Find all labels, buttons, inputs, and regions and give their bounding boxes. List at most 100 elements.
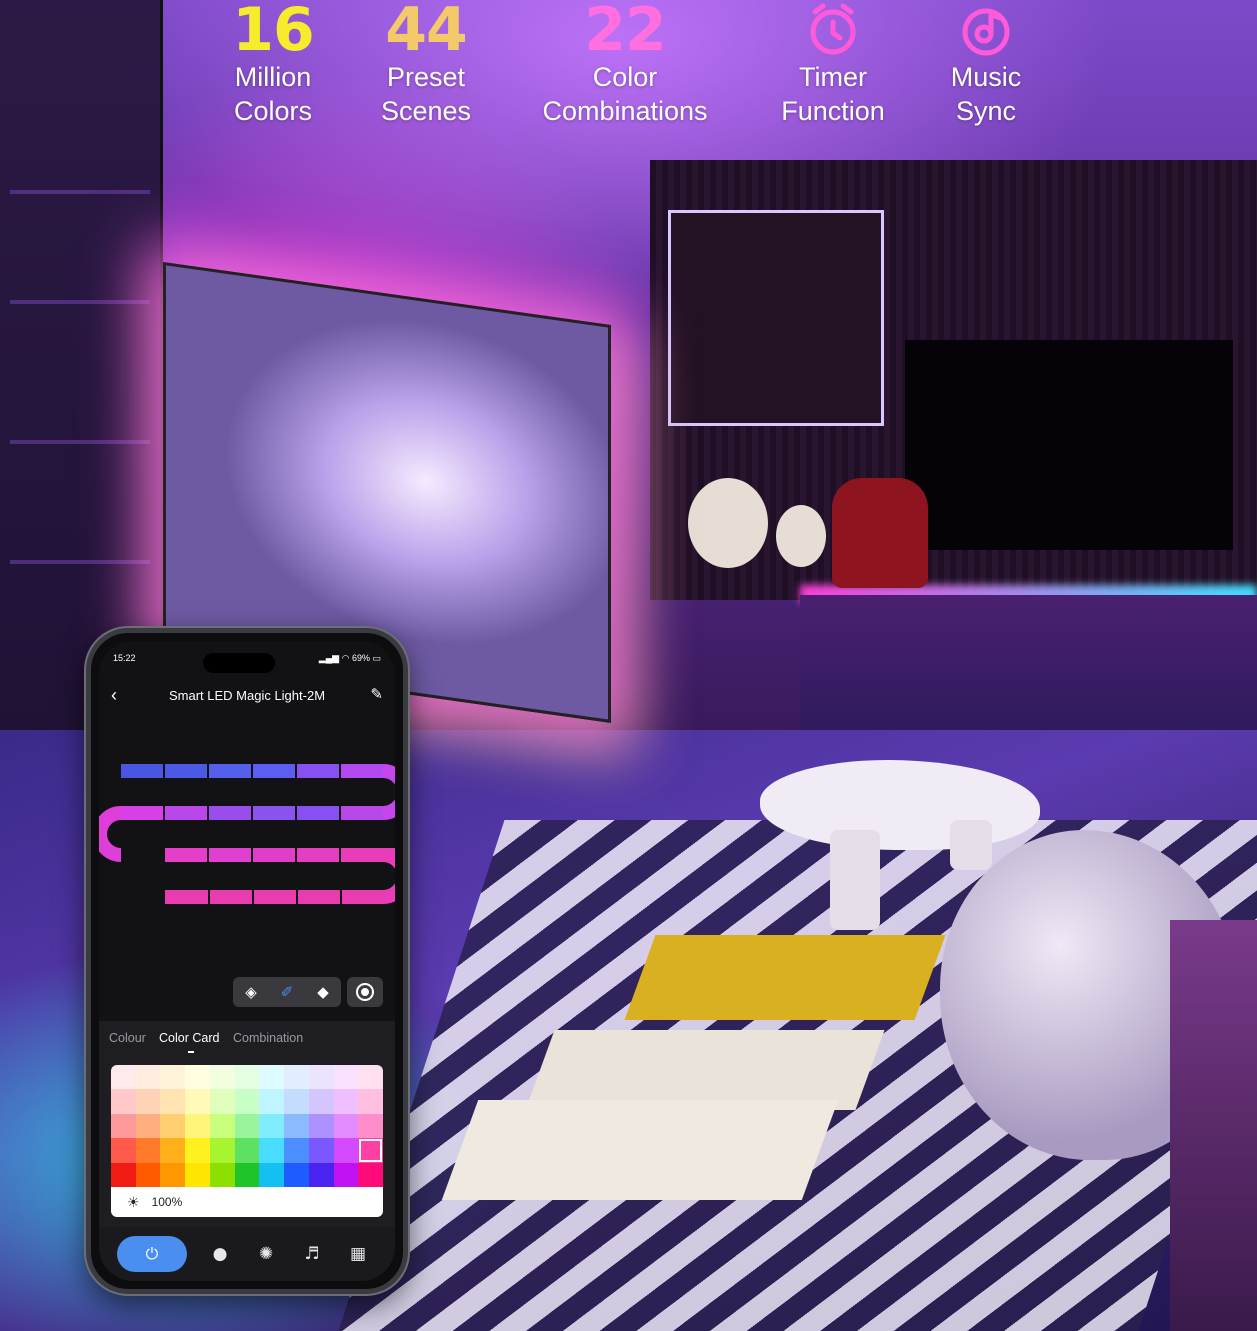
color-swatch[interactable] [259, 1089, 285, 1114]
color-swatch[interactable] [111, 1065, 136, 1090]
strip-segment[interactable] [209, 848, 251, 862]
color-swatch[interactable] [135, 1113, 161, 1139]
color-swatch[interactable] [234, 1113, 260, 1139]
color-swatch[interactable] [185, 1138, 210, 1163]
color-swatch[interactable] [358, 1113, 383, 1139]
color-swatch[interactable] [284, 1089, 309, 1114]
color-swatch[interactable] [185, 1089, 210, 1114]
color-swatch[interactable] [135, 1162, 161, 1187]
color-swatch[interactable] [358, 1089, 383, 1114]
strip-segment[interactable] [121, 764, 163, 778]
color-swatch[interactable] [135, 1138, 161, 1163]
color-swatch[interactable] [284, 1065, 309, 1090]
color-swatch[interactable] [234, 1065, 260, 1090]
color-swatch[interactable] [259, 1113, 285, 1139]
color-swatch[interactable] [185, 1162, 210, 1187]
color-swatch[interactable] [209, 1089, 235, 1114]
battery-percent: 69% [351, 653, 370, 663]
color-swatch[interactable] [160, 1065, 186, 1090]
palette-icon[interactable]: ✺ [243, 1244, 289, 1264]
color-swatch[interactable] [308, 1162, 334, 1187]
color-card-grid [111, 1065, 383, 1187]
color-swatch[interactable] [308, 1065, 334, 1090]
tab-colour[interactable]: Colour [109, 1031, 146, 1045]
color-swatch[interactable] [111, 1138, 136, 1163]
strip-segment[interactable] [253, 764, 295, 778]
color-swatch[interactable] [209, 1138, 235, 1163]
color-swatch[interactable] [111, 1089, 136, 1114]
color-swatch[interactable] [234, 1162, 260, 1187]
grid-icon[interactable]: ▦ [335, 1244, 381, 1264]
paint-bucket-icon[interactable]: ◈ [241, 983, 261, 1001]
strip-segment[interactable] [209, 806, 251, 820]
color-swatch[interactable] [333, 1089, 359, 1114]
color-swatch[interactable] [333, 1113, 359, 1139]
color-swatch[interactable] [333, 1162, 359, 1187]
feature-million-colors: 16 Million Colors [213, 0, 333, 128]
color-swatch[interactable] [160, 1113, 186, 1139]
color-swatch[interactable] [160, 1162, 186, 1187]
color-swatch[interactable] [333, 1138, 359, 1163]
strip-segment[interactable] [165, 890, 383, 904]
color-swatch[interactable] [308, 1138, 334, 1163]
color-swatch[interactable] [259, 1065, 285, 1090]
color-swatch[interactable] [284, 1162, 309, 1187]
color-swatch[interactable] [234, 1089, 260, 1114]
color-swatch[interactable] [209, 1065, 235, 1090]
color-swatch[interactable] [308, 1089, 334, 1114]
strip-segment[interactable] [165, 806, 207, 820]
color-swatch[interactable] [185, 1113, 210, 1139]
feature-label: Music [950, 62, 1022, 92]
feature-label: Combinations [542, 96, 708, 126]
tab-color-card[interactable]: Color Card [159, 1031, 219, 1045]
strip-segment[interactable] [341, 764, 383, 778]
strip-segment[interactable] [297, 806, 339, 820]
strip-segment[interactable] [121, 806, 163, 820]
strip-segment[interactable] [341, 806, 383, 820]
color-swatch[interactable] [135, 1089, 161, 1114]
color-swatch[interactable] [160, 1089, 186, 1114]
color-swatch[interactable] [160, 1138, 186, 1163]
color-swatch[interactable] [111, 1113, 136, 1139]
strip-segment[interactable] [165, 848, 207, 862]
color-swatch[interactable] [358, 1162, 383, 1187]
brightness-row[interactable]: ☀ 100% [111, 1187, 383, 1217]
color-swatch[interactable] [111, 1162, 136, 1187]
eraser-icon[interactable]: ◆ [313, 983, 333, 1001]
feature-label: Scenes [380, 96, 472, 126]
music-icon[interactable]: ♬ [289, 1244, 335, 1264]
feature-color-combinations: 22 Color Combinations [520, 0, 730, 128]
strip-segment[interactable] [253, 848, 295, 862]
color-swatch[interactable] [185, 1065, 210, 1090]
strip-segment[interactable] [297, 764, 339, 778]
strip-path[interactable] [99, 741, 395, 971]
power-button[interactable]: ⏻ [117, 1236, 187, 1272]
brush-icon[interactable]: ✐ [277, 983, 297, 1001]
strip-segment[interactable] [253, 806, 295, 820]
color-swatch[interactable] [358, 1065, 383, 1090]
color-swatch[interactable] [234, 1138, 260, 1163]
color-swatch[interactable] [259, 1162, 285, 1187]
strip-segment[interactable] [209, 764, 251, 778]
edit-icon[interactable]: ✎ [370, 685, 383, 705]
strip-segment[interactable] [341, 848, 383, 862]
strip-bend-right [382, 764, 395, 820]
color-swatch[interactable] [333, 1065, 359, 1090]
color-swatch[interactable] [284, 1138, 309, 1163]
color-swatch[interactable] [358, 1138, 383, 1163]
color-swatch[interactable] [209, 1162, 235, 1187]
color-swatch[interactable] [209, 1113, 235, 1139]
tab-combination[interactable]: Combination [233, 1031, 303, 1045]
feature-label: Million [234, 62, 312, 92]
bulb-icon[interactable]: ● [197, 1244, 243, 1264]
color-swatch[interactable] [135, 1065, 161, 1090]
strip-segment[interactable] [165, 764, 207, 778]
color-swatch[interactable] [308, 1113, 334, 1139]
color-picker-button[interactable] [347, 977, 383, 1007]
color-swatch[interactable] [284, 1113, 309, 1139]
strip-segment[interactable] [297, 848, 339, 862]
color-swatch[interactable] [259, 1138, 285, 1163]
strip-divider [340, 890, 342, 904]
led-strip-preview[interactable] [99, 741, 395, 971]
figure-shelf [668, 210, 884, 426]
